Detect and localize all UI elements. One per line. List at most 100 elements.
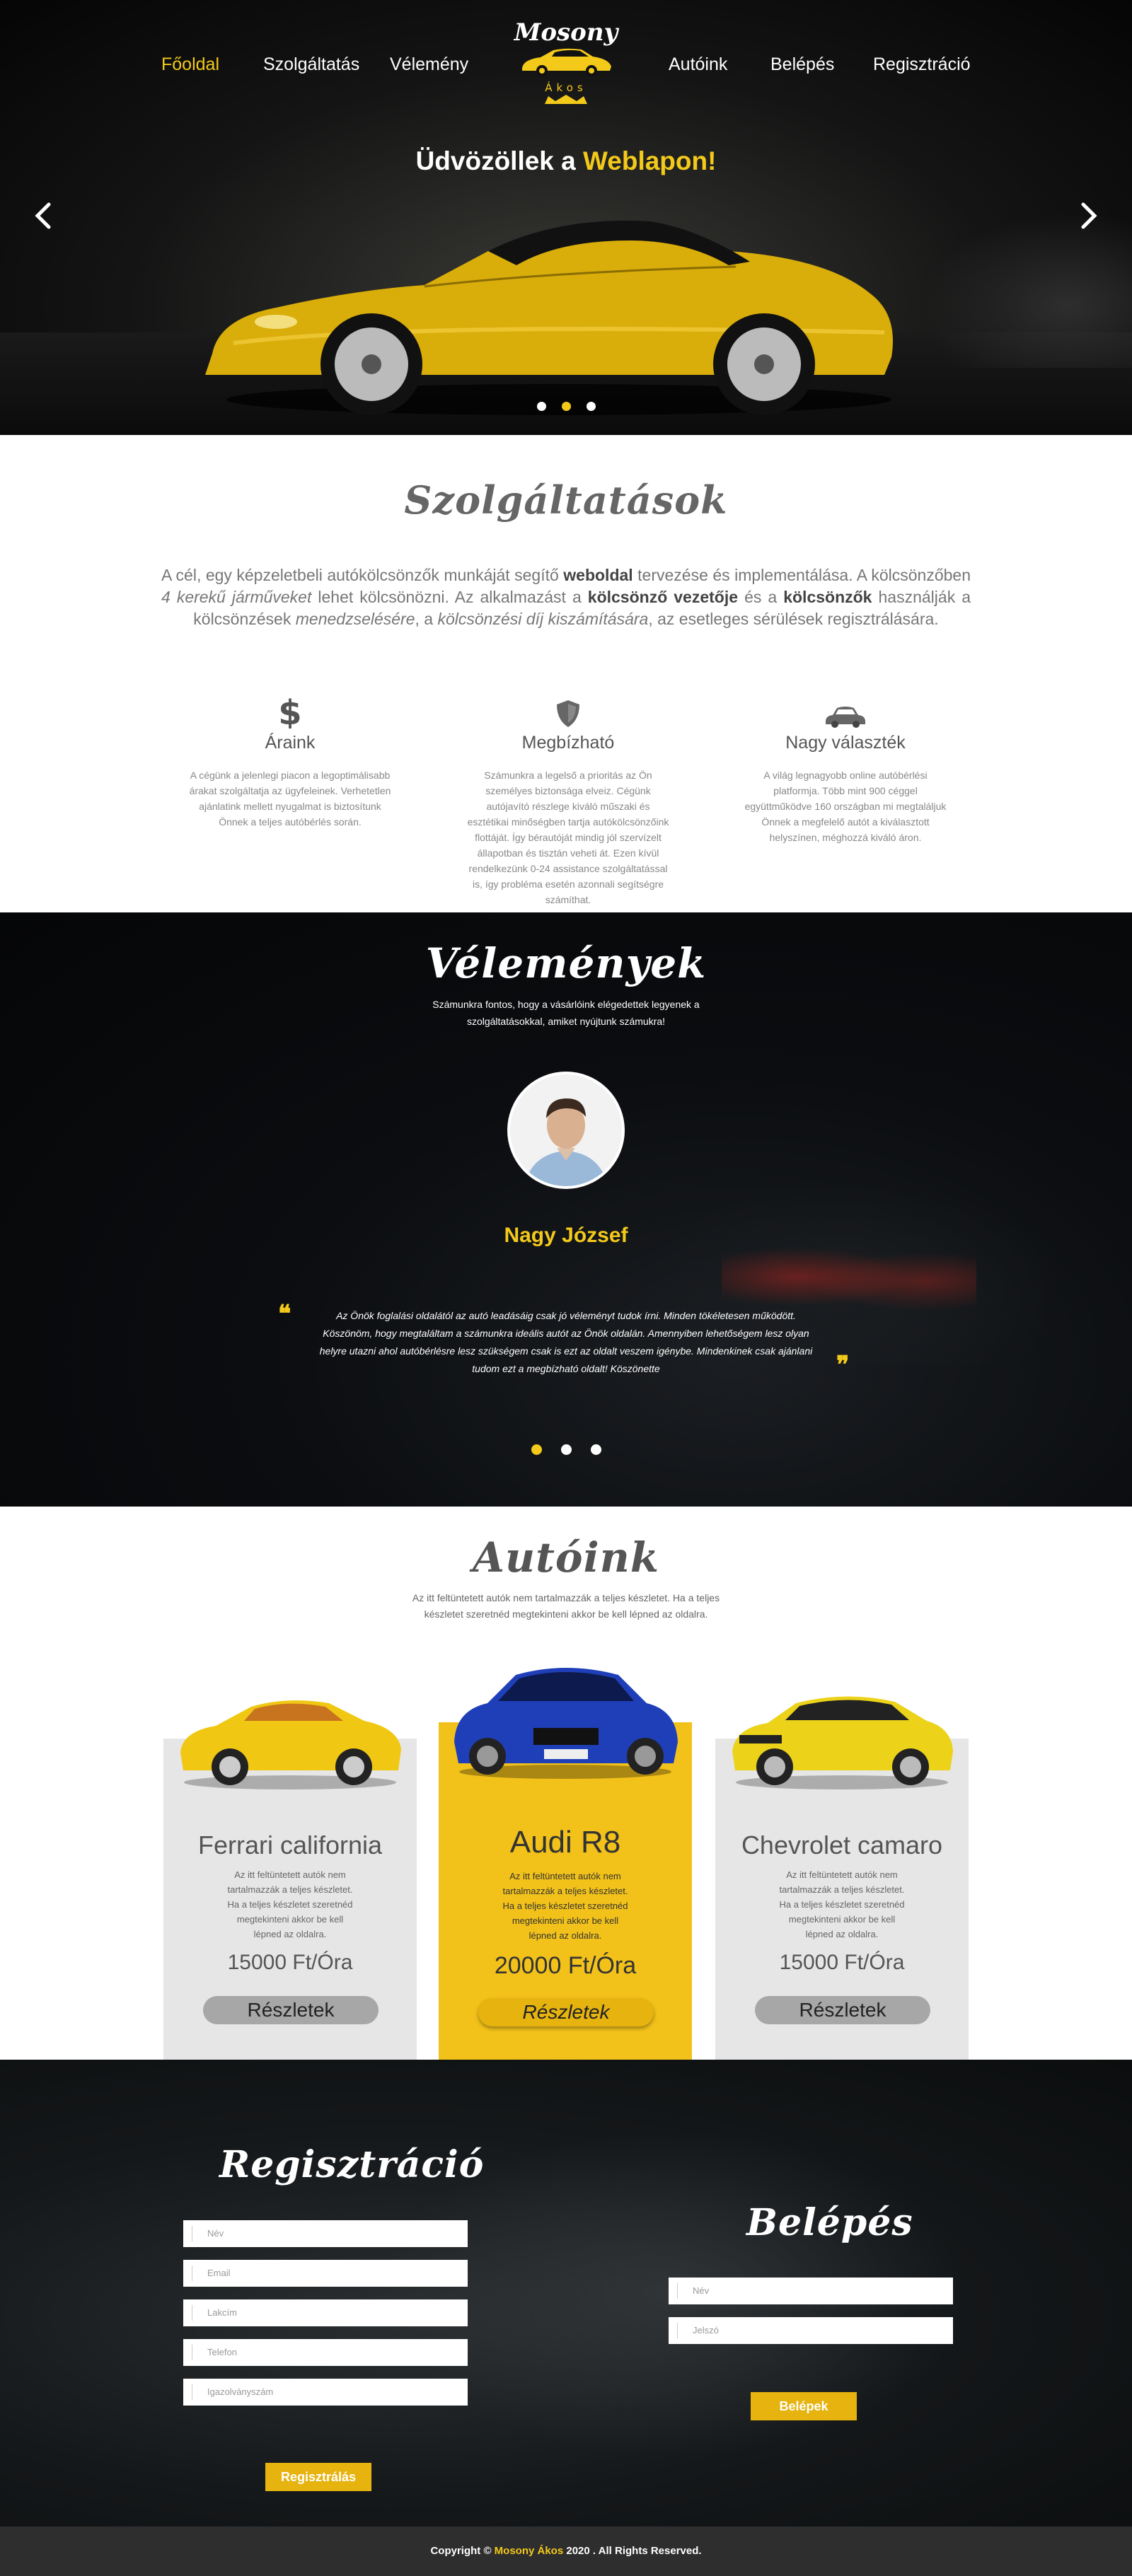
intro-text: , az esetleges sérülések regisztrálására… — [648, 610, 939, 628]
nav-cars[interactable]: Autóink — [669, 54, 727, 75]
feature-title: Nagy választék — [785, 733, 906, 753]
hero-title-highlight: Weblapon! — [583, 146, 717, 175]
placeholder: Név — [693, 2285, 710, 2296]
intro-bold: weboldal — [563, 566, 633, 584]
footer: Copyright © Mosony Ákos 2020 . All Right… — [0, 2526, 1132, 2576]
nav-register[interactable]: Regisztráció — [873, 54, 971, 75]
car-image-audi — [454, 1668, 678, 1779]
feature-text: A világ legnagyobb online autóbérlési pl… — [744, 770, 947, 843]
placeholder: Telefon — [207, 2347, 237, 2357]
intro-text: , a — [415, 610, 438, 628]
car-image-camaro — [732, 1696, 953, 1789]
site-logo[interactable]: Mosony Ákos — [513, 18, 619, 110]
intro-italic: menedzselésére — [295, 610, 415, 628]
register-name-input[interactable]: Név — [183, 2220, 468, 2247]
feature-title: Megbízható — [521, 733, 615, 753]
cars-subtitle: Az itt feltüntetett autók nem tartalmazz… — [412, 1592, 720, 1620]
placeholder: Igazolványszám — [207, 2386, 274, 2397]
services-title: Szolgáltatások — [404, 477, 728, 523]
quote-close-icon: ❞ — [836, 1351, 850, 1379]
car-description: Az itt feltüntetett autók nem tartalmazz… — [227, 1869, 353, 1939]
slider-dot-2[interactable] — [561, 402, 571, 411]
car-description: Az itt feltüntetett autók nem tartalmazz… — [779, 1869, 905, 1939]
placeholder: Név — [207, 2228, 224, 2239]
details-button[interactable]: Részletek — [755, 1996, 930, 2024]
car-price: 20000 Ft/Óra — [494, 1952, 637, 1979]
register-button[interactable]: Regisztrálás — [265, 2463, 371, 2491]
car-card-ferrari: Ferrari california Az itt feltüntetett a… — [163, 1700, 417, 2111]
car-price: 15000 Ft/Óra — [779, 1951, 905, 1974]
car-description: Az itt feltüntetett autók nem tartalmazz… — [502, 1871, 628, 1941]
logo-car-icon — [522, 48, 611, 76]
cars-title: Autóink — [472, 1533, 660, 1582]
register-phone-input[interactable]: Telefon — [183, 2339, 468, 2366]
car-icon — [826, 707, 865, 728]
feature-selection: Nagy választék A világ legnagyobb online… — [743, 693, 948, 845]
login-button[interactable]: Belépek — [751, 2392, 857, 2420]
reviews-dot-1[interactable] — [531, 1444, 542, 1455]
hero-slider: Főoldal Szolgáltatás Vélemény Autóink Be… — [0, 0, 1132, 435]
car-name: Audi R8 — [509, 1825, 621, 1860]
hero-car-image — [205, 220, 893, 415]
reviews-dots — [0, 1444, 1132, 1455]
reviewer-avatar — [507, 1072, 625, 1189]
intro-bold: kölcsönző vezetője — [587, 588, 739, 606]
slider-next-arrow-icon[interactable] — [1074, 202, 1102, 230]
reviews-dot-3[interactable] — [590, 1444, 601, 1455]
hero-background-trees — [920, 212, 1132, 368]
feature-text: Számunkra a legelső a prioritás az Ön sz… — [467, 770, 669, 905]
main-nav: Főoldal Szolgáltatás Vélemény Autóink Be… — [0, 0, 1132, 127]
reviews-section: Vélemények Számunkra fontos, hogy a vásá… — [0, 912, 1132, 1507]
intro-text: tervezése és implementálása. A kölcsönző… — [633, 566, 971, 584]
login-password-input[interactable]: Jelszó — [669, 2317, 953, 2344]
register-id-input[interactable]: Igazolványszám — [183, 2379, 468, 2406]
services-intro: A cél, egy képzeletbeli autókölcsönzők m… — [161, 564, 971, 630]
nav-reviews[interactable]: Vélemény — [390, 54, 468, 75]
register-address-input[interactable]: Lakcím — [183, 2299, 468, 2326]
login-name-input[interactable]: Név — [669, 2278, 953, 2304]
hero-title-text: Üdvözöllek a — [415, 146, 584, 175]
reviewer-name: Nagy József — [504, 1224, 628, 1247]
details-button[interactable]: Részletek — [478, 1998, 654, 2026]
nav-services[interactable]: Szolgáltatás — [263, 54, 359, 75]
svg-text:$: $ — [278, 695, 301, 729]
slider-dot-1[interactable] — [536, 402, 546, 411]
logo-crown-icon — [545, 95, 587, 104]
slider-prev-arrow-icon[interactable] — [30, 202, 58, 230]
logo-sub: Ákos — [545, 81, 587, 94]
intro-text: és a — [738, 588, 784, 606]
nav-home[interactable]: Főoldal — [161, 54, 219, 75]
register-title: Regisztráció — [219, 2143, 485, 2186]
login-title: Belépés — [746, 2201, 913, 2244]
car-name: Ferrari california — [197, 1831, 383, 1860]
details-button[interactable]: Részletek — [203, 1996, 379, 2024]
intro-italic: kölcsönzési díj kiszámítására — [437, 610, 649, 628]
quote-open-icon: ❝ — [278, 1300, 291, 1328]
footer-author: Mosony Ákos — [494, 2545, 564, 2557]
services-section: Szolgáltatások A cél, egy képzeletbeli a… — [0, 435, 1132, 912]
feature-prices: $ Áraink A cégünk a jelenlegi piacon a l… — [187, 693, 393, 830]
dollar-icon: $ — [278, 695, 301, 729]
forms-section: Regisztráció Név Email Lakcím Telefon Ig… — [0, 2060, 1132, 2526]
car-card-audi: Audi R8 Az itt feltüntetett autók nem ta… — [439, 1668, 692, 2111]
car-card-camaro: Chevrolet camaro Az itt feltüntetett aut… — [715, 1696, 969, 2111]
logo-name: Mosony — [514, 18, 618, 47]
car-price: 15000 Ft/Óra — [227, 1951, 353, 1974]
cars-section: Autóink Az itt feltüntetett autók nem ta… — [0, 1507, 1132, 2111]
intro-text: lehet kölcsönözni. Az alkalmazást a — [311, 588, 588, 606]
placeholder: Lakcím — [207, 2307, 237, 2318]
reviews-title: Vélemények — [425, 939, 707, 987]
review-text: Az Önök foglalási oldalától az autó lead… — [319, 1310, 813, 1374]
footer-copyright: Copyright © — [430, 2545, 495, 2557]
nav-login[interactable]: Belépés — [770, 54, 834, 75]
register-email-input[interactable]: Email — [183, 2260, 468, 2287]
reviews-dot-2[interactable] — [560, 1444, 572, 1455]
slider-dot-3[interactable] — [586, 402, 596, 411]
feature-title: Áraink — [265, 733, 316, 753]
slider-dots — [0, 402, 1132, 411]
intro-text: A cél, egy képzeletbeli autókölcsönzők m… — [161, 566, 564, 584]
intro-bold: kölcsönzők — [783, 588, 872, 606]
feature-reliable: Megbízható Számunkra a legelső a priorit… — [466, 693, 671, 907]
car-name: Chevrolet camaro — [741, 1831, 943, 1860]
placeholder: Email — [207, 2268, 231, 2278]
